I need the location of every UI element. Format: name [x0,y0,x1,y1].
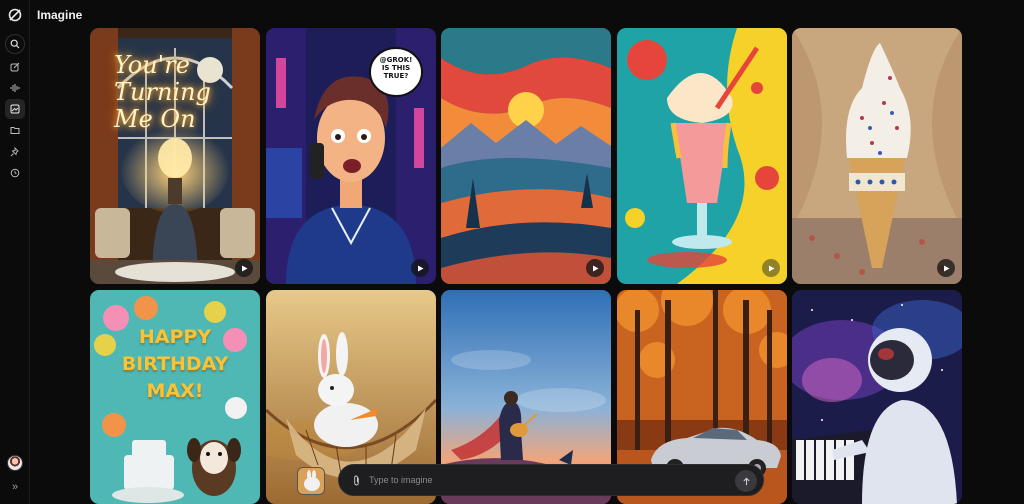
attach-button[interactable] [349,473,363,487]
ice-cream-cone-image [792,28,962,284]
avatar[interactable] [7,455,23,471]
lamp-image [90,28,260,284]
pinned-button[interactable] [5,142,25,162]
expand-sidebar-button[interactable]: » [8,480,22,494]
play-icon [417,265,423,271]
folder-icon [10,127,20,134]
prompt-bar [338,464,764,496]
play-icon [943,265,949,271]
overlay-text-line: BIRTHDAY [121,353,229,375]
sidebar: » [0,0,30,504]
edit-icon [10,62,20,72]
prompt-input[interactable] [369,475,709,485]
submit-button[interactable] [735,470,757,492]
play-icon [241,265,247,271]
history-button[interactable] [5,163,25,183]
speech-bubble-line: TRUE? [383,72,409,80]
gallery-item-birthday[interactable]: HAPPY BIRTHDAY MAX! [90,290,260,504]
play-icon [768,265,774,271]
play-button[interactable] [586,259,604,277]
arrow-up-icon [742,477,750,485]
play-button[interactable] [937,259,955,277]
gallery-item-lamp[interactable]: You're Turning Me On [90,28,260,284]
waveform-icon [10,84,20,92]
search-icon [10,39,20,49]
grok-logo-icon[interactable] [7,7,23,23]
new-chat-button[interactable] [5,57,25,77]
gallery-item-astronaut[interactable] [792,290,962,504]
sundae-image [617,28,787,284]
gallery-item-sundae[interactable] [617,28,787,284]
gallery-item-sunset[interactable] [441,28,611,284]
projects-button[interactable] [5,120,25,140]
astronaut-image [792,290,962,504]
play-icon [592,265,598,271]
play-button[interactable] [762,259,780,277]
page-title: Imagine [37,8,83,22]
voice-button[interactable] [5,78,25,98]
overlay-text-line: HAPPY [138,326,212,348]
search-button[interactable] [5,34,25,54]
paperclip-icon [353,475,359,485]
play-button[interactable] [411,259,429,277]
imagine-button[interactable] [5,99,25,119]
sunset-image [441,28,611,284]
gallery-item-comic[interactable]: @GROK! IS THIS TRUE? [266,28,436,284]
overlay-text-line: MAX! [146,380,204,402]
speech-bubble-line: @GROK! [379,56,413,64]
image-icon [10,104,20,114]
pin-icon [10,147,19,157]
speech-bubble-line: IS THIS [381,64,411,72]
reference-image-thumbnail[interactable] [297,467,325,495]
history-icon [10,168,20,178]
play-button[interactable] [235,259,253,277]
gallery-item-cone[interactable] [792,28,962,284]
